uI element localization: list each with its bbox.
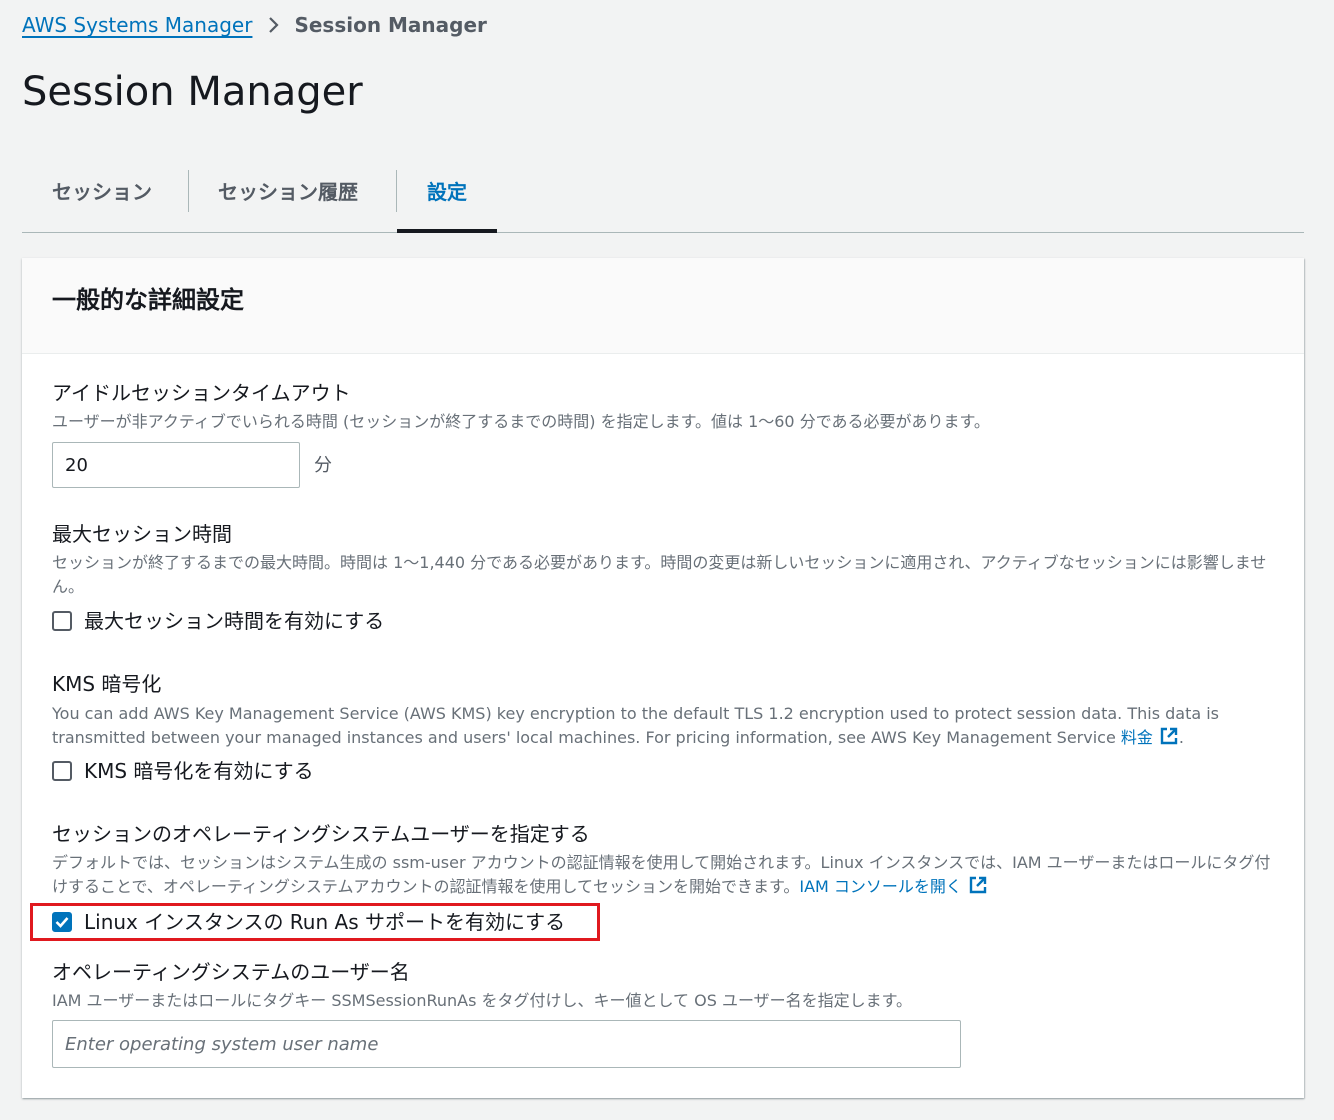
- kms-checkbox-label: KMS 暗号化を有効にする: [84, 759, 314, 783]
- kms-label: KMS 暗号化: [52, 672, 162, 696]
- external-link-icon: [1159, 726, 1179, 753]
- kms-pricing-link[interactable]: 料金: [1120, 727, 1179, 747]
- tab-settings[interactable]: 設定: [427, 164, 467, 216]
- max-session-description: セッションが終了するまでの最大時間。時間は 1〜1,440 分である必要がありま…: [52, 553, 1267, 596]
- kms-checkbox-row[interactable]: KMS 暗号化を有効にする: [52, 758, 314, 784]
- os-user-input[interactable]: [52, 1020, 961, 1068]
- run-as-description-text: デフォルトでは、セッションはシステム生成の ssm-user アカウントの認証情…: [52, 853, 1271, 896]
- max-session-checkbox-label: 最大セッション時間を有効にする: [84, 609, 385, 633]
- active-tab-indicator: [397, 229, 497, 233]
- page: AWS Systems Manager Session Manager Sess…: [0, 0, 1334, 1120]
- kms-checkbox[interactable]: [52, 761, 72, 781]
- run-as-description: デフォルトでは、セッションはシステム生成の ssm-user アカウントの認証情…: [52, 851, 1274, 902]
- os-user-description: IAM ユーザーまたはロールにタグキー SSMSessionRunAs をタグ付…: [52, 991, 913, 1010]
- idle-timeout-label: アイドルセッションタイムアウト: [52, 381, 351, 405]
- checkmark-icon: [55, 917, 69, 928]
- os-user-label: オペレーティングシステムのユーザー名: [52, 960, 410, 984]
- idle-timeout-description: ユーザーが非アクティブでいられる時間 (セッションが終了するまでの時間) を指定…: [52, 412, 990, 431]
- max-session-checkbox-row[interactable]: 最大セッション時間を有効にする: [52, 608, 384, 634]
- general-preferences-panel: 一般的な詳細設定 アイドルセッションタイムアウト ユーザーが非アクティブでいられ…: [22, 258, 1304, 1098]
- kms-description-end: .: [1178, 728, 1185, 747]
- run-as-checkbox-label: Linux インスタンスの Run As サポートを有効にする: [84, 910, 566, 934]
- max-session-label: 最大セッション時間: [52, 522, 232, 546]
- panel-title: 一般的な詳細設定: [52, 286, 244, 314]
- kms-pricing-link-text: 料金: [1120, 728, 1153, 747]
- breadcrumb-link-systems-manager[interactable]: AWS Systems Manager: [22, 12, 252, 38]
- run-as-label: セッションのオペレーティングシステムユーザーを指定する: [52, 822, 590, 846]
- kms-description-text: You can add AWS Key Management Service (…: [52, 704, 1220, 747]
- kms-description: You can add AWS Key Management Service (…: [52, 702, 1274, 753]
- chevron-right-icon: [268, 16, 280, 34]
- page-title: Session Manager: [22, 69, 363, 115]
- iam-console-link-text: IAM コンソールを開く: [799, 877, 962, 896]
- tab-divider: [396, 170, 397, 212]
- idle-timeout-unit: 分: [314, 455, 332, 476]
- tab-divider: [188, 170, 189, 212]
- breadcrumb: AWS Systems Manager Session Manager: [22, 12, 487, 38]
- external-link-icon: [968, 875, 988, 902]
- idle-timeout-input[interactable]: [52, 442, 300, 488]
- tab-session-history[interactable]: セッション履歴: [218, 164, 358, 216]
- breadcrumb-current: Session Manager: [294, 13, 487, 37]
- iam-console-link[interactable]: IAM コンソールを開く: [799, 876, 988, 896]
- panel-header: 一般的な詳細設定: [22, 258, 1304, 354]
- run-as-checkbox-row[interactable]: Linux インスタンスの Run As サポートを有効にする: [52, 909, 565, 935]
- max-session-checkbox[interactable]: [52, 611, 72, 631]
- tab-sessions[interactable]: セッション: [52, 164, 152, 216]
- tab-bar: セッション セッション履歴 設定: [22, 164, 1304, 233]
- run-as-checkbox[interactable]: [52, 912, 72, 932]
